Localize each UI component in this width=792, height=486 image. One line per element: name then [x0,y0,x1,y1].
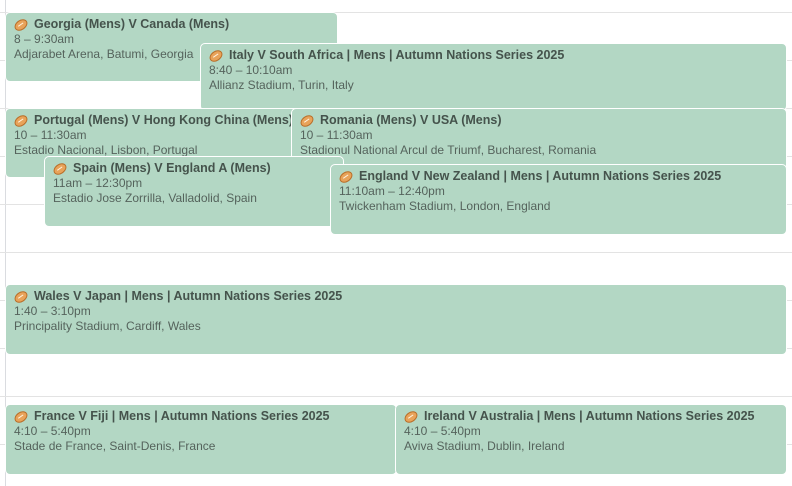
event-time: 4:10 – 5:40pm [404,424,481,438]
event-time: 10 – 11:30am [14,128,87,142]
event-time: 8:40 – 10:10am [209,63,293,77]
rugby-ball-icon [12,112,30,129]
event-title: Italy V South Africa | Mens | Autumn Nat… [229,48,565,62]
event-england-new-zealand[interactable]: England V New Zealand | Mens | Autumn Na… [330,164,787,235]
event-location: Estadio Jose Zorrilla, Valladolid, Spain [53,191,257,205]
event-location: Stadionul National Arcul de Triumf, Buch… [300,143,597,157]
event-location: Principality Stadium, Cardiff, Wales [14,319,201,333]
rugby-ball-icon [207,47,225,64]
event-france-fiji[interactable]: France V Fiji | Mens | Autumn Nations Se… [5,404,397,475]
hour-gridline [0,396,792,397]
rugby-ball-icon [337,168,355,185]
rugby-ball-icon [12,288,30,305]
event-title: Portugal (Mens) V Hong Kong China (Mens) [34,113,294,127]
event-italy-south-africa[interactable]: Italy V South Africa | Mens | Autumn Nat… [200,43,787,111]
event-title-row: Romania (Mens) V USA (Mens) [298,112,778,129]
rugby-ball-icon [402,408,420,425]
event-time: 4:10 – 5:40pm [14,424,91,438]
event-ireland-australia[interactable]: Ireland V Australia | Mens | Autumn Nati… [395,404,787,475]
event-title-row: Spain (Mens) V England A (Mens) [51,160,335,177]
event-location: Aviva Stadium, Dublin, Ireland [404,439,565,453]
event-title-row: Italy V South Africa | Mens | Autumn Nat… [207,47,778,64]
event-title-row: Ireland V Australia | Mens | Autumn Nati… [402,408,778,425]
rugby-ball-icon [12,408,30,425]
event-title-row: Georgia (Mens) V Canada (Mens) [12,16,329,33]
event-time: 10 – 11:30am [300,128,373,142]
event-title: Wales V Japan | Mens | Autumn Nations Se… [34,289,343,303]
hour-gridline [0,252,792,253]
rugby-ball-icon [12,16,30,33]
event-time: 1:40 – 3:10pm [14,304,91,318]
event-title: Spain (Mens) V England A (Mens) [73,161,271,175]
event-spain-england-a[interactable]: Spain (Mens) V England A (Mens) 11am – 1… [44,156,344,227]
event-title-row: France V Fiji | Mens | Autumn Nations Se… [12,408,388,425]
event-location: Allianz Stadium, Turin, Italy [209,78,354,92]
event-title: Ireland V Australia | Mens | Autumn Nati… [424,409,755,423]
event-title-row: Portugal (Mens) V Hong Kong China (Mens) [12,112,296,129]
event-title-row: England V New Zealand | Mens | Autumn Na… [337,168,778,185]
event-title: Georgia (Mens) V Canada (Mens) [34,17,230,31]
event-title: France V Fiji | Mens | Autumn Nations Se… [34,409,330,423]
event-title-row: Wales V Japan | Mens | Autumn Nations Se… [12,288,778,305]
rugby-ball-icon [51,160,69,177]
event-location: Stade de France, Saint-Denis, France [14,439,216,453]
event-time: 11:10am – 12:40pm [339,184,445,198]
event-title: Romania (Mens) V USA (Mens) [320,113,502,127]
rugby-ball-icon [298,112,316,129]
event-time: 11am – 12:30pm [53,176,143,190]
event-wales-japan[interactable]: Wales V Japan | Mens | Autumn Nations Se… [5,284,787,355]
event-location: Twickenham Stadium, London, England [339,199,551,213]
event-title: England V New Zealand | Mens | Autumn Na… [359,169,722,183]
